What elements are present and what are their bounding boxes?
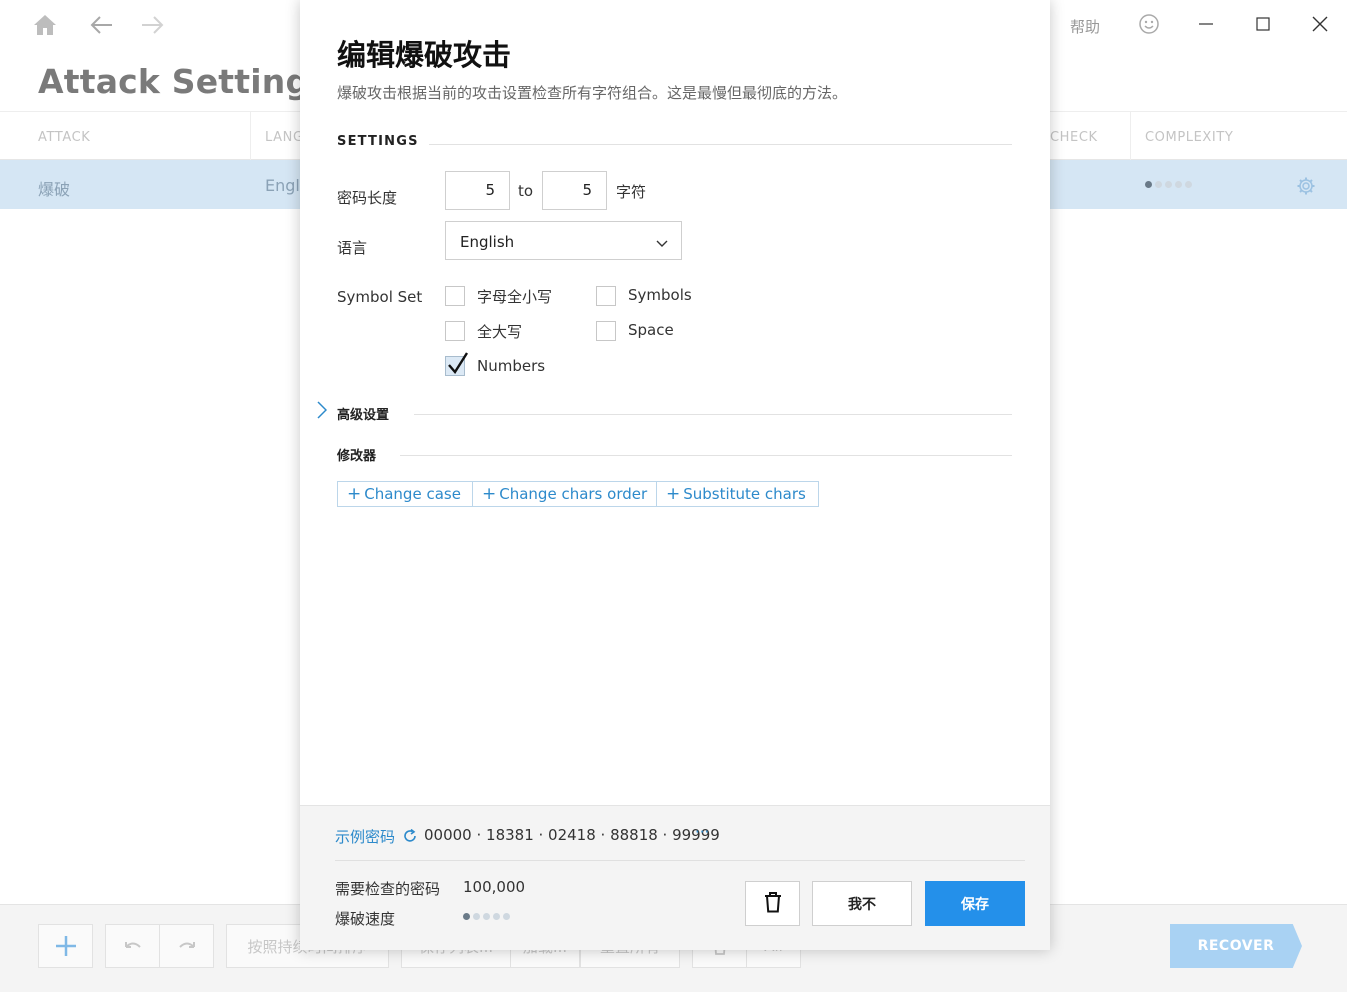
length-unit-label: 字符 — [616, 183, 647, 201]
attack-language-cell: Engli — [265, 176, 305, 195]
chevron-down-icon — [656, 234, 668, 253]
dialog-title: 编辑爆破攻击 — [337, 38, 512, 72]
forward-arrow-icon[interactable] — [137, 10, 167, 40]
recover-button[interactable]: RECOVER — [1170, 924, 1302, 968]
symbol-set-label: Symbol Set — [337, 288, 423, 306]
home-icon[interactable] — [30, 10, 60, 40]
dialog-description: 爆破攻击根据当前的攻击设置检查所有字符组合。这是最慢但最彻底的方法。 — [337, 84, 848, 102]
dialog-footer: 示例密码 00000 · 18381 · 02418 · 88818 · 999… — [300, 805, 1050, 950]
language-selected-value: English — [460, 233, 515, 251]
lowercase-checkbox[interactable] — [445, 286, 465, 306]
numbers-checkbox[interactable] — [445, 352, 469, 376]
page-title: Attack Settings — [38, 62, 330, 101]
language-select[interactable]: English — [445, 221, 682, 260]
substitute-chars-button[interactable]: + Substitute chars — [656, 481, 819, 507]
close-icon[interactable] — [1303, 8, 1337, 40]
space-label[interactable]: Space — [628, 321, 674, 339]
section-divider — [414, 414, 1012, 415]
lowercase-label[interactable]: 字母全小写 — [477, 286, 552, 307]
footer-divider — [335, 860, 1025, 861]
back-arrow-icon[interactable] — [87, 10, 117, 40]
column-divider — [1130, 112, 1131, 160]
trash-icon — [764, 891, 782, 917]
symbols-label[interactable]: Symbols — [628, 286, 692, 304]
add-attack-button[interactable] — [38, 924, 93, 968]
chevron-right-icon[interactable] — [317, 401, 328, 423]
section-divider — [400, 455, 1012, 456]
section-divider — [429, 144, 1012, 145]
min-length-input[interactable]: 5 — [445, 171, 510, 210]
change-chars-order-button[interactable]: + Change chars order — [472, 481, 661, 507]
sample-passwords-label[interactable]: 示例密码 — [335, 826, 395, 847]
delete-attack-button[interactable] — [745, 881, 800, 926]
column-divider — [250, 112, 251, 160]
language-label: 语言 — [337, 239, 368, 257]
password-length-label: 密码长度 — [337, 189, 398, 207]
passwords-to-check-label: 需要检查的密码 — [335, 880, 441, 898]
undo-button[interactable] — [105, 924, 160, 968]
checkmark-icon — [446, 351, 470, 381]
length-to-label: to — [518, 182, 534, 200]
column-header-attack[interactable]: ATTACK — [38, 130, 90, 145]
change-case-button[interactable]: + Change case — [337, 481, 474, 507]
uppercase-label[interactable]: 全大写 — [477, 321, 522, 342]
plus-icon: + — [347, 483, 362, 504]
max-length-input[interactable]: 5 — [542, 171, 607, 210]
uppercase-checkbox[interactable] — [445, 321, 465, 341]
attack-speed-dots — [463, 913, 510, 920]
numbers-label[interactable]: Numbers — [477, 357, 545, 375]
modifiers-section-header: 修改器 — [337, 449, 377, 464]
maximize-icon[interactable] — [1246, 8, 1280, 40]
save-button[interactable]: 保存 — [925, 881, 1025, 926]
gear-icon[interactable] — [1296, 176, 1316, 200]
cancel-button[interactable]: 我不 — [812, 881, 912, 926]
column-header-language[interactable]: LANG — [265, 130, 304, 145]
redo-button[interactable] — [159, 924, 214, 968]
minimize-icon[interactable] — [1189, 8, 1223, 40]
attack-speed-label: 爆破速度 — [335, 910, 396, 928]
feedback-smiley-icon[interactable] — [1132, 8, 1166, 40]
space-checkbox[interactable] — [596, 321, 616, 341]
advanced-settings-toggle[interactable]: 高级设置 — [337, 404, 389, 423]
column-header-check[interactable]: CHECK — [1050, 130, 1098, 145]
passwords-to-check-value: 100,000 — [463, 878, 526, 896]
complexity-dots — [1145, 181, 1192, 188]
attack-name-cell: 爆破 — [38, 180, 71, 199]
more-samples-link[interactable]: ··· — [695, 823, 709, 841]
plus-icon: + — [666, 483, 681, 504]
plus-icon: + — [482, 483, 497, 504]
help-link[interactable]: 帮助 — [1070, 16, 1100, 37]
sample-passwords-values: 00000 · 18381 · 02418 · 88818 · 99999 — [424, 826, 720, 844]
symbols-checkbox[interactable] — [596, 286, 616, 306]
column-header-complexity[interactable]: COMPLEXITY — [1145, 130, 1233, 145]
edit-brute-force-dialog: 编辑爆破攻击 爆破攻击根据当前的攻击设置检查所有字符组合。这是最慢但最彻底的方法… — [300, 0, 1050, 950]
refresh-icon[interactable] — [403, 828, 417, 847]
settings-section-header: SETTINGS — [337, 134, 419, 149]
